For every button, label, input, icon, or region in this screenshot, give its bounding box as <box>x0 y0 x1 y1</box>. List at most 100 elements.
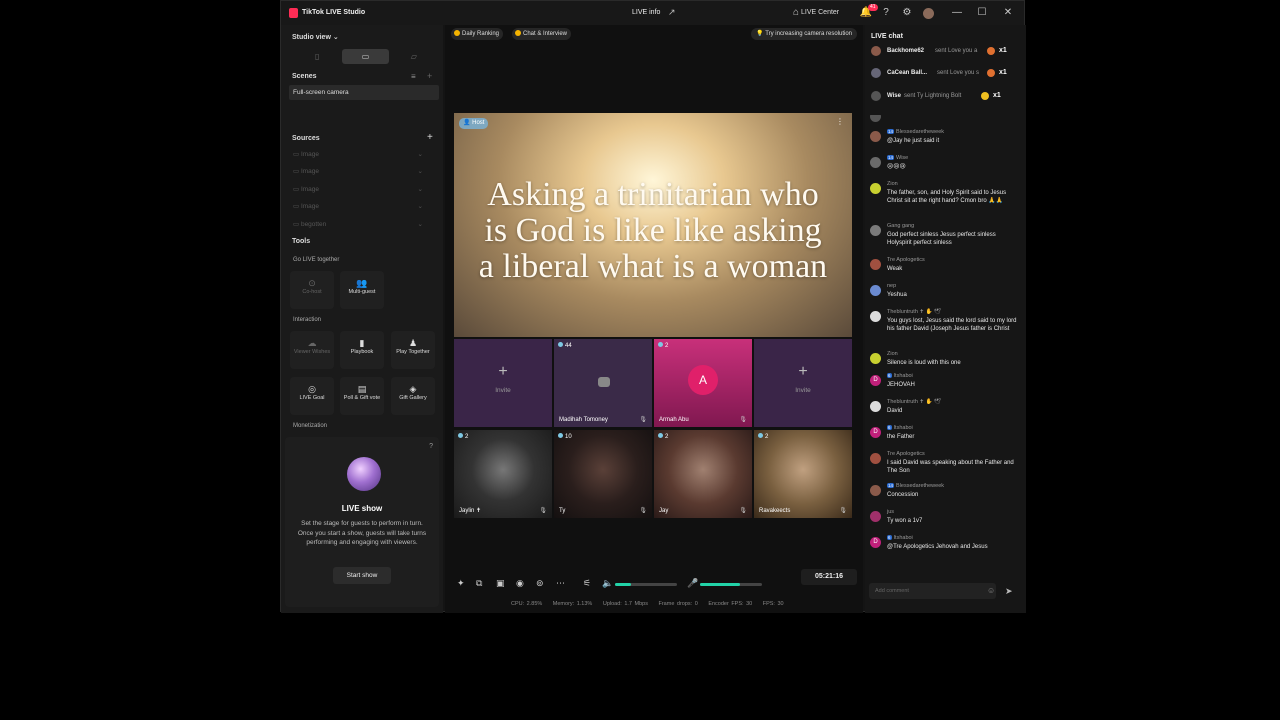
chat-username[interactable]: jus <box>887 509 894 515</box>
avatar[interactable] <box>870 511 881 522</box>
daily-ranking-pill[interactable]: Daily Ranking <box>451 28 504 40</box>
guest-tile[interactable]: 2 Ravakeects 🎙 <box>754 430 852 518</box>
camera-hint-label: Try increasing camera resolution <box>765 31 852 37</box>
viewer-wishes-button[interactable]: ☁ Viewer Wishes <box>290 331 334 369</box>
share-icon[interactable]: ↗ <box>668 7 678 17</box>
help-icon[interactable]: ? <box>879 6 893 20</box>
help-icon[interactable]: ? <box>429 443 433 450</box>
list-icon[interactable]: ≡ <box>411 72 416 81</box>
chat-username[interactable]: Tre Apologetics <box>887 451 925 457</box>
cohost-label: Co-host <box>302 289 322 295</box>
layout-icon[interactable]: ⧉ <box>476 578 482 589</box>
avatar[interactable] <box>870 183 881 194</box>
split-view-button[interactable]: ▱ <box>391 49 437 64</box>
effects-icon[interactable]: ✦ <box>457 578 465 589</box>
avatar[interactable] <box>870 401 881 412</box>
studio-view-dropdown[interactable]: Studio view ⌄ <box>292 33 339 41</box>
chat-username[interactable]: nep <box>887 283 896 289</box>
chat-username[interactable]: Thebluntruth ✝ ✋ 🕊 <box>887 309 941 315</box>
avatar[interactable] <box>870 285 881 296</box>
screen-icon[interactable]: ▣ <box>496 578 505 589</box>
host-tag-label: Host <box>472 120 485 126</box>
avatar[interactable] <box>870 225 881 236</box>
gear-icon[interactable]: ⚙ <box>900 6 914 20</box>
avatar[interactable] <box>870 131 881 142</box>
minimize-icon[interactable]: — <box>950 6 964 20</box>
avatar[interactable] <box>870 453 881 464</box>
mic-icon[interactable]: 🎙 <box>539 507 547 514</box>
chat-username[interactable]: Tre Apologetics <box>887 257 925 263</box>
chat-username[interactable]: 6 Itshaboi <box>887 535 913 541</box>
more-icon[interactable]: ⋮ <box>836 117 844 126</box>
speaker-icon[interactable]: 🔈 <box>602 578 613 589</box>
guest-tile[interactable]: 10 Ty 🎙 <box>554 430 652 518</box>
avatar[interactable]: D <box>870 427 881 438</box>
source-item[interactable]: ▭ begotten ⌄ <box>293 219 423 231</box>
source-item[interactable]: ▭ Image ⌄ <box>293 184 423 196</box>
disco-ball-icon <box>347 457 381 491</box>
mic-icon[interactable]: 🎙 <box>739 416 747 423</box>
avatar[interactable] <box>870 311 881 322</box>
chat-username[interactable]: 14 Blessedaretheweek <box>887 129 944 135</box>
scene-item[interactable]: Full-screen camera <box>289 85 439 100</box>
guest-tile[interactable]: + Invite <box>754 339 852 427</box>
source-item[interactable]: ▭ Image ⌄ <box>293 149 423 161</box>
source-item[interactable]: ▭ Image ⌄ <box>293 166 423 178</box>
chat-username[interactable]: 6 Itshaboi <box>887 425 913 431</box>
guest-tile[interactable]: 2 Jaylin ✝ 🎙 <box>454 430 552 518</box>
comment-input[interactable]: Add comment <box>869 583 996 599</box>
mic-icon[interactable]: 🎙 <box>639 507 647 514</box>
chat-username[interactable]: 14 Blessedaretheweek <box>887 483 944 489</box>
mic-icon[interactable]: 🎙 <box>639 416 647 423</box>
add-source-icon[interactable]: + <box>427 132 433 143</box>
avatar[interactable]: D <box>870 375 881 386</box>
mic-icon[interactable]: 🎙 <box>839 507 847 514</box>
avatar[interactable] <box>870 115 881 122</box>
multi-guest-button[interactable]: 👥 Multi-guest <box>340 271 384 309</box>
cohost-button[interactable]: ⊙ Co-host <box>290 271 334 309</box>
playbook-button[interactable]: ▮ Playbook <box>340 331 384 369</box>
chat-username[interactable]: 14 Wise <box>887 155 908 161</box>
close-icon[interactable]: ✕ <box>1001 6 1015 20</box>
avatar[interactable] <box>923 8 934 19</box>
chat-username[interactable]: Gang gang <box>887 223 914 229</box>
camera-hint[interactable]: 💡 Try increasing camera resolution <box>751 28 857 40</box>
live-info-button[interactable]: LIVE info <box>632 9 660 16</box>
mixer-icon[interactable]: ⚟ <box>583 578 591 589</box>
landscape-view-button[interactable]: ▭ <box>342 49 389 64</box>
guest-tile[interactable]: 2 A Armah Abu 🎙 <box>654 339 752 427</box>
chat-username[interactable]: Zion <box>887 181 898 187</box>
avatar[interactable]: D <box>870 537 881 548</box>
mic-icon[interactable]: 🎤 <box>687 578 698 589</box>
chat-interview-pill[interactable]: Chat & Interview <box>512 28 572 40</box>
guest-tile[interactable]: 2 Jay 🎙 <box>654 430 752 518</box>
poll-gift-vote-button[interactable]: ▤ Poll & Gift vote <box>340 377 384 415</box>
mic-volume-slider[interactable] <box>700 583 762 586</box>
play-together-button[interactable]: ♟ Play Together <box>391 331 435 369</box>
avatar[interactable] <box>870 353 881 364</box>
gift-gallery-button[interactable]: ◈ Gift Gallery <box>391 377 435 415</box>
guest-tile[interactable]: 44 Madihah Tomoney 🎙 <box>554 339 652 427</box>
add-scene-icon[interactable]: + <box>427 71 432 81</box>
mic-icon[interactable]: 🎙 <box>739 507 747 514</box>
record-icon[interactable]: ◉ <box>516 578 524 589</box>
monetization-label: Monetization <box>293 423 328 429</box>
guest-tile[interactable]: + Invite <box>454 339 552 427</box>
source-item[interactable]: ▭ Image ⌄ <box>293 201 423 213</box>
maximize-icon[interactable]: ☐ <box>975 6 989 20</box>
live-goal-button[interactable]: ◎ LIVE Goal <box>290 377 334 415</box>
send-icon[interactable]: ➤ <box>1005 586 1013 597</box>
speaker-volume-slider[interactable] <box>615 583 677 586</box>
chat-username[interactable]: Zion <box>887 351 898 357</box>
camera-settings-icon[interactable]: ⊚ <box>536 578 544 589</box>
portrait-view-button[interactable]: ▯ <box>294 49 340 64</box>
more-icon[interactable]: ⋯ <box>556 578 565 589</box>
chat-username[interactable]: 6 Itshaboi <box>887 373 913 379</box>
start-show-button[interactable]: Start show <box>333 567 391 584</box>
avatar[interactable] <box>870 259 881 270</box>
avatar[interactable] <box>870 485 881 496</box>
emoji-icon[interactable]: ☺ <box>987 586 995 595</box>
avatar[interactable] <box>870 157 881 168</box>
live-center-button[interactable]: LIVE Center <box>801 9 839 16</box>
chat-username[interactable]: Thebluntruth ✝ ✋ 🕊 <box>887 399 941 405</box>
